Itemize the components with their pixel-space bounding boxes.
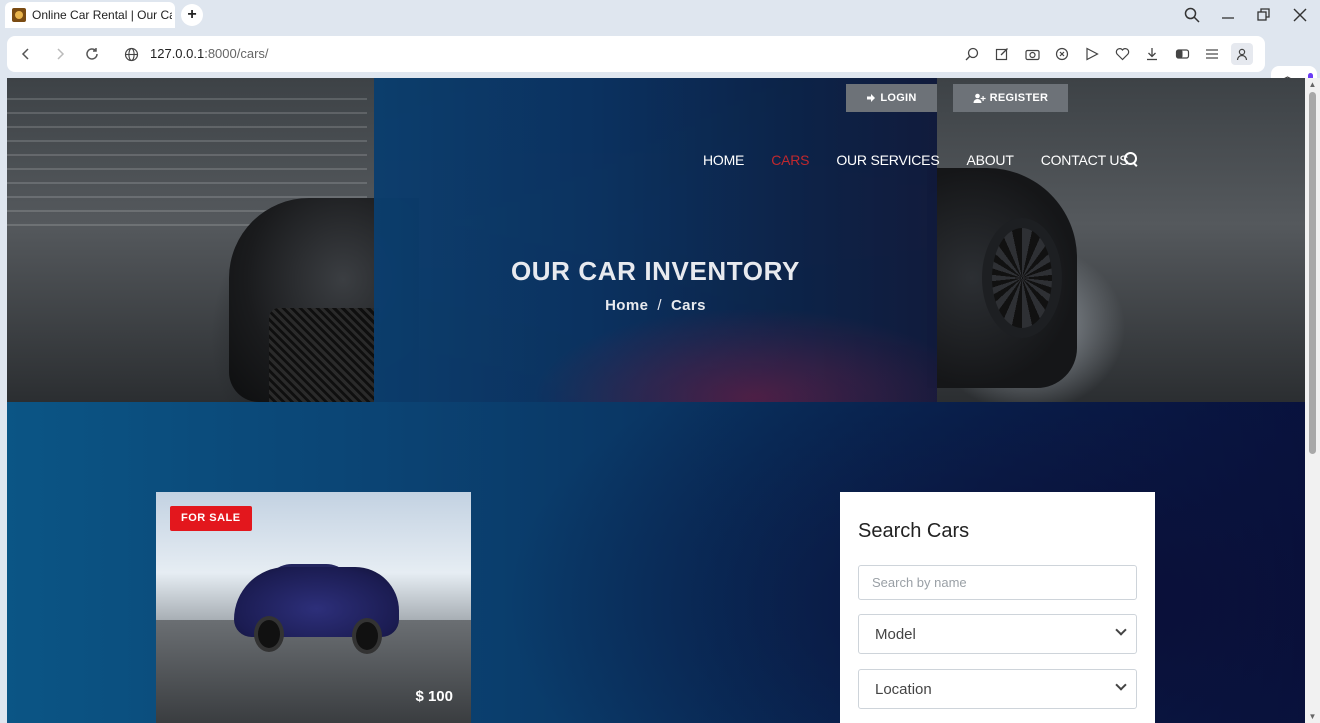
hero-banner: LOGIN REGISTER HOME CARS OUR SERVICES AB…: [7, 78, 1305, 402]
url-path: :8000/cars/: [204, 46, 269, 61]
browser-toolbar: 127.0.0.1:8000/cars/: [0, 30, 1320, 102]
car-price: $ 100: [415, 688, 453, 705]
battery-icon[interactable]: [1171, 43, 1193, 65]
breadcrumb: Home / Cars: [374, 297, 937, 314]
browser-tab-bar: Online Car Rental | Our Ca +: [0, 0, 1320, 30]
search-cars-panel: Search Cars Model Location: [840, 492, 1155, 723]
page-viewport: LOGIN REGISTER HOME CARS OUR SERVICES AB…: [7, 78, 1305, 723]
location-select[interactable]: Location: [858, 669, 1137, 709]
tab-title: Online Car Rental | Our Ca: [32, 8, 172, 22]
heart-icon[interactable]: [1111, 43, 1133, 65]
minimize-icon[interactable]: [1216, 3, 1240, 27]
nav-item-cars[interactable]: CARS: [771, 152, 809, 168]
site-info-icon[interactable]: [121, 44, 141, 64]
register-button[interactable]: REGISTER: [953, 84, 1068, 112]
search-icon[interactable]: [1124, 152, 1138, 166]
nav-item-about[interactable]: ABOUT: [966, 152, 1013, 168]
reload-icon[interactable]: [82, 44, 102, 64]
chevron-down-icon: [1115, 624, 1127, 636]
chevron-down-icon: [1115, 679, 1127, 691]
model-select[interactable]: Model: [858, 614, 1137, 654]
search-tabs-icon[interactable]: [1180, 3, 1204, 27]
login-button[interactable]: LOGIN: [846, 84, 937, 112]
hero-car-grille-image: [269, 308, 379, 402]
toolbar-icons: [961, 43, 1253, 65]
car-photo-wheel: [352, 618, 382, 654]
new-tab-button[interactable]: +: [181, 4, 203, 26]
camera-icon[interactable]: [1021, 43, 1043, 65]
forward-icon[interactable]: [50, 44, 70, 64]
edit-icon[interactable]: [991, 43, 1013, 65]
login-label: LOGIN: [880, 92, 917, 104]
restore-icon[interactable]: [1252, 3, 1276, 27]
page-title: OUR CAR INVENTORY: [510, 256, 800, 286]
nav-item-home[interactable]: HOME: [703, 152, 744, 168]
location-select-value: Location: [875, 680, 932, 698]
breadcrumb-separator: /: [657, 297, 662, 314]
site-favicon-icon: [12, 8, 26, 22]
window-controls: [1180, 3, 1312, 27]
user-plus-icon: [973, 93, 986, 103]
breadcrumb-home[interactable]: Home: [605, 297, 648, 314]
main-navigation: HOME CARS OUR SERVICES ABOUT CONTACT US: [703, 152, 1155, 168]
scroll-up-icon[interactable]: ▲: [1308, 80, 1317, 89]
hero-color-overlay: [374, 78, 937, 402]
profile-icon[interactable]: [1231, 43, 1253, 65]
hero-car-wheel-image: [982, 218, 1062, 338]
scrollbar-thumb[interactable]: [1309, 92, 1316, 454]
address-bar[interactable]: 127.0.0.1:8000/cars/: [7, 36, 1265, 72]
sign-in-icon: [867, 94, 876, 102]
register-label: REGISTER: [989, 92, 1049, 104]
breadcrumb-current: Cars: [670, 297, 706, 314]
download-icon[interactable]: [1141, 43, 1163, 65]
back-icon[interactable]: [16, 44, 36, 64]
model-select-value: Model: [875, 625, 916, 643]
status-badge: FOR SALE: [170, 506, 252, 531]
search-panel-title: Search Cars: [858, 520, 970, 542]
scroll-down-icon[interactable]: ▼: [1308, 712, 1317, 721]
shield-icon[interactable]: [1051, 43, 1073, 65]
menu-icon[interactable]: [1201, 43, 1223, 65]
inventory-section: FOR SALE $ 100 Search Cars Model Locatio…: [7, 402, 1305, 723]
zoom-icon[interactable]: [961, 43, 983, 65]
page-scrollbar[interactable]: ▲ ▼: [1305, 78, 1320, 723]
nav-item-contact-us[interactable]: CONTACT US: [1041, 152, 1129, 168]
url-text[interactable]: 127.0.0.1:8000/cars/: [150, 46, 269, 61]
send-icon[interactable]: [1081, 43, 1103, 65]
browser-tab[interactable]: Online Car Rental | Our Ca: [5, 2, 175, 28]
car-listing-card[interactable]: FOR SALE $ 100: [156, 492, 471, 723]
url-host: 127.0.0.1: [150, 46, 205, 61]
search-by-name-input[interactable]: [858, 565, 1137, 600]
close-icon[interactable]: [1288, 3, 1312, 27]
nav-item-our-services[interactable]: OUR SERVICES: [836, 152, 939, 168]
car-photo-wheel: [254, 616, 284, 652]
